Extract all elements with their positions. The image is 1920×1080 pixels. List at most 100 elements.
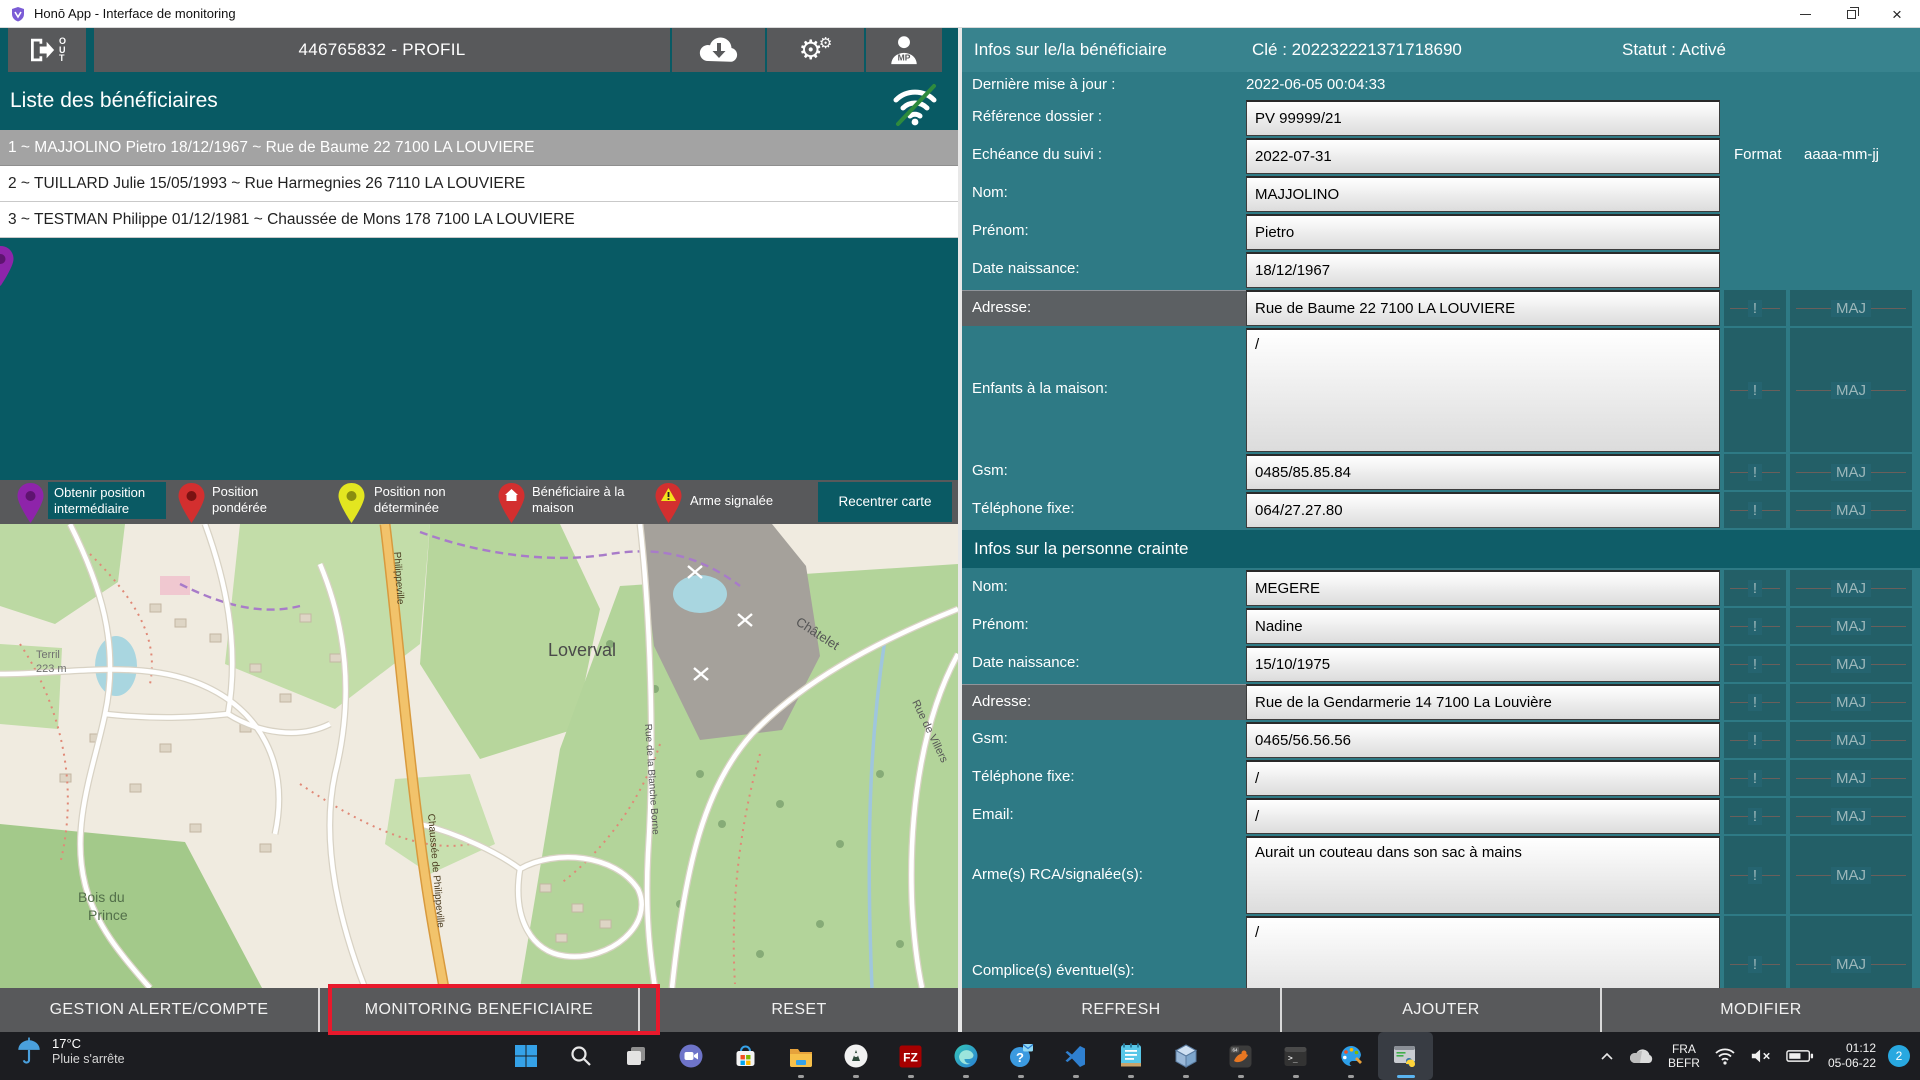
f-email-alert-button[interactable]: ! [1724, 798, 1786, 834]
f-naissance-maj-button[interactable]: MAJ [1790, 646, 1912, 682]
chevron-up-icon [1601, 1052, 1613, 1060]
f-arme-alert-button[interactable]: ! [1724, 836, 1786, 914]
b-prenom-input[interactable] [1246, 214, 1720, 250]
b-nom-input[interactable] [1246, 176, 1720, 212]
onedrive-cloud-icon [1629, 1049, 1653, 1063]
language-indicator[interactable]: FRA BEFR [1668, 1042, 1700, 1071]
volume-button[interactable] [1750, 1047, 1772, 1065]
user-mp-button[interactable]: MP [866, 28, 942, 72]
gestion-alerte-compte-button[interactable]: GESTION ALERTE/COMPTE [0, 988, 318, 1032]
b-enfants-textarea[interactable]: / [1246, 328, 1720, 452]
b-adresse-maj-button[interactable]: MAJ [1790, 290, 1912, 326]
battery-button[interactable] [1786, 1048, 1814, 1064]
weather-widget[interactable]: 17°C Pluie s'arrête [16, 1036, 125, 1068]
logout-button[interactable]: OUT [8, 28, 86, 72]
reset-button[interactable]: RESET [640, 988, 958, 1032]
network-button[interactable] [1714, 1047, 1736, 1065]
f-naissance-input[interactable] [1246, 646, 1720, 682]
vscode-button[interactable] [1048, 1032, 1103, 1080]
b-adresse-input[interactable] [1246, 290, 1720, 326]
python-window-button[interactable] [1378, 1032, 1433, 1080]
f-gsm-alert-button[interactable]: ! [1724, 722, 1786, 758]
list-item-2[interactable]: 2 ~ TUILLARD Julie 15/05/1993 ~ Rue Harm… [0, 166, 958, 202]
modifier-button[interactable]: MODIFIER [1602, 988, 1920, 1032]
tray-overflow-button[interactable] [1600, 1051, 1614, 1061]
settings-gear-small-icon: ⚙ [818, 34, 833, 52]
alert-bang-label: ! [1747, 955, 1763, 973]
f-arme-textarea[interactable]: Aurait un couteau dans son sac à mains [1246, 836, 1720, 914]
b-enfants-alert-button[interactable]: ! [1724, 328, 1786, 452]
filezilla-button[interactable]: FZ [883, 1032, 938, 1080]
b-fixe-maj-button[interactable]: MAJ [1790, 492, 1912, 528]
echeance-input[interactable] [1246, 138, 1720, 174]
notification-badge[interactable]: 2 [1888, 1045, 1910, 1067]
edge-button[interactable] [938, 1032, 993, 1080]
f-prenom-maj-button[interactable]: MAJ [1790, 608, 1912, 644]
f-adresse-input[interactable] [1246, 684, 1720, 720]
f-naissance-label: Date naissance: [972, 654, 1080, 671]
list-item-1[interactable]: 1 ~ MAJJOLINO Pietro 18/12/1967 ~ Rue de… [0, 130, 958, 166]
f-fixe-maj-button[interactable]: MAJ [1790, 760, 1912, 796]
download-button[interactable] [672, 28, 765, 72]
settings-button[interactable]: ⚙ ⚙ [767, 28, 864, 72]
f-prenom-input[interactable] [1246, 608, 1720, 644]
f-prenom-alert-button[interactable]: ! [1724, 608, 1786, 644]
restore-button[interactable] [1828, 0, 1874, 28]
f-gsm-maj-button[interactable]: MAJ [1790, 722, 1912, 758]
terminal-button[interactable]: >_ [1268, 1032, 1323, 1080]
b-adresse-alert-button[interactable]: ! [1724, 290, 1786, 326]
monitoring-beneficiaire-button[interactable]: MONITORING BENEFICIAIRE [320, 988, 638, 1032]
b-gsm-input[interactable] [1246, 454, 1720, 490]
virtualbox-button[interactable] [1158, 1032, 1213, 1080]
b-enfants-maj-button[interactable]: MAJ [1790, 328, 1912, 452]
minimize-button[interactable] [1782, 0, 1828, 28]
f-fixe-input[interactable] [1246, 760, 1720, 796]
f-adresse-alert-button[interactable]: ! [1724, 684, 1786, 720]
f-email-label: Email: [972, 806, 1014, 823]
f-complice-maj-button[interactable]: MAJ [1790, 916, 1912, 988]
android-app-button[interactable] [828, 1032, 883, 1080]
start-button[interactable] [498, 1032, 553, 1080]
paint-button[interactable] [1323, 1032, 1378, 1080]
close-button[interactable]: × [1874, 0, 1920, 28]
f-complice-alert-button[interactable]: ! [1724, 916, 1786, 988]
get-help-button[interactable]: ? [993, 1032, 1048, 1080]
onedrive-button[interactable] [1628, 1047, 1654, 1065]
f-adresse-maj-button[interactable]: MAJ [1790, 684, 1912, 720]
f-complice-textarea[interactable]: / [1246, 916, 1720, 988]
f-fixe-alert-button[interactable]: ! [1724, 760, 1786, 796]
search-button[interactable] [553, 1032, 608, 1080]
f-nom-maj-button[interactable]: MAJ [1790, 570, 1912, 606]
f-email-maj-button[interactable]: MAJ [1790, 798, 1912, 834]
ajouter-button[interactable]: AJOUTER [1282, 988, 1600, 1032]
f-arme-maj-button[interactable]: MAJ [1790, 836, 1912, 914]
svg-text:>_: >_ [1288, 1053, 1298, 1062]
map-view[interactable]: Terril 223 m Loverval Châtelet Rue de Vi… [0, 524, 958, 988]
b-naissance-input[interactable] [1246, 252, 1720, 288]
store-button[interactable] [718, 1032, 773, 1080]
list-item-3[interactable]: 3 ~ TESTMAN Philippe 01/12/1981 ~ Chauss… [0, 202, 958, 238]
refresh-button[interactable]: REFRESH [962, 988, 1280, 1032]
chat-button[interactable] [663, 1032, 718, 1080]
f-naissance-alert-button[interactable]: ! [1724, 646, 1786, 682]
b-fixe-alert-button[interactable]: ! [1724, 492, 1786, 528]
recenter-map-button[interactable]: Recentrer carte [818, 482, 952, 522]
b-gsm-maj-button[interactable]: MAJ [1790, 454, 1912, 490]
maj-label: MAJ [1831, 299, 1871, 317]
python64-button[interactable]: 64 [1213, 1032, 1268, 1080]
beneficiary-info-header: Infos sur le/la bénéficiaire Clé : 20223… [962, 28, 1920, 72]
f-gsm-input[interactable] [1246, 722, 1720, 758]
b-fixe-input[interactable] [1246, 492, 1720, 528]
f-email-input[interactable] [1246, 798, 1720, 834]
reference-input[interactable] [1246, 100, 1720, 136]
reset-label: RESET [771, 1001, 827, 1018]
f-nom-alert-button[interactable]: ! [1724, 570, 1786, 606]
legend-obtain-position-button[interactable]: Obtenir position intermédiaire [48, 482, 166, 520]
notepad-button[interactable] [1103, 1032, 1158, 1080]
f-nom-input[interactable] [1246, 570, 1720, 606]
beneficiaries-header: Liste des bénéficiaires [0, 72, 958, 130]
b-gsm-alert-button[interactable]: ! [1724, 454, 1786, 490]
file-explorer-button[interactable] [773, 1032, 828, 1080]
task-view-button[interactable] [608, 1032, 663, 1080]
clock-widget[interactable]: 01:12 05-06-22 [1828, 1041, 1876, 1071]
